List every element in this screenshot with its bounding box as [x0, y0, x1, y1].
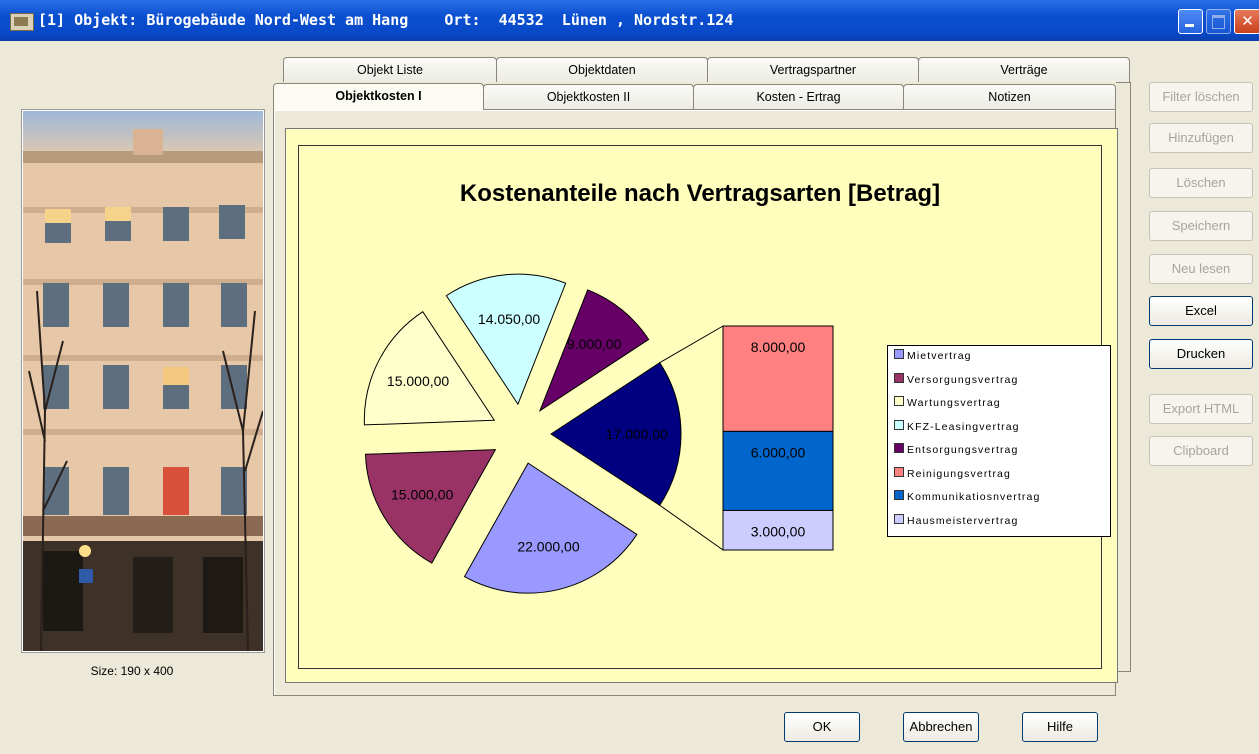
hilfe-button[interactable]: Hilfe — [1022, 712, 1098, 742]
legend-label: Versorgungsvertrag — [907, 373, 1019, 386]
pie-slice-versorgungsvertrag — [364, 449, 497, 564]
tab-objekt-liste[interactable]: Objekt Liste — [283, 57, 497, 82]
legend-swatch — [894, 466, 904, 477]
legend-label: Reinigungsvertrag — [907, 467, 1011, 480]
legend-label: Entsorgungsvertrag — [907, 444, 1019, 456]
legend-item: Kommunikatiosnvertrag — [894, 489, 1040, 505]
maximize-button[interactable] — [1206, 9, 1231, 34]
tab-objektkosten-2[interactable]: Objektkosten II — [483, 84, 694, 109]
legend-label: KFZ-Leasingvertrag — [907, 420, 1020, 433]
loeschen-button[interactable]: Löschen — [1149, 168, 1253, 198]
chart-legend: Mietvertrag Versorgungsvertrag Wartungsver… — [887, 345, 1111, 537]
abbrechen-button[interactable]: Abbrechen — [903, 712, 979, 742]
close-button[interactable]: ✕ — [1234, 9, 1259, 34]
title-bar: [1] Objekt: Bürogebäude Nord-West am Han… — [0, 0, 1259, 41]
tab-vertragspartner[interactable]: Vertragspartner — [707, 57, 919, 82]
filter-loeschen-button[interactable]: Filter löschen — [1149, 82, 1253, 112]
legend-label: Kommunikatiosnvertrag — [907, 491, 1041, 503]
clipboard-button[interactable]: Clipboard — [1149, 436, 1253, 466]
drucken-button[interactable]: Drucken — [1149, 339, 1253, 369]
pie-slice-label: 17.000,00 — [606, 426, 668, 442]
legend-swatch — [894, 419, 904, 430]
breakout-bar-kommunikatiosnvertrag — [722, 430, 834, 511]
image-size-label: Size: 190 x 400 — [90, 664, 174, 678]
app-icon — [10, 13, 34, 31]
legend-item: Versorgungsvertrag — [894, 372, 1018, 388]
tab-vertraege[interactable]: Verträge — [918, 57, 1130, 82]
legend-item: Wartungsvertrag — [894, 395, 1001, 411]
legend-swatch — [894, 372, 904, 383]
connector-line — [659, 504, 724, 551]
tab-notizen[interactable]: Notizen — [903, 84, 1116, 109]
excel-button[interactable]: Excel — [1149, 296, 1253, 326]
breakout-bar-label: 3.000,00 — [751, 523, 806, 539]
legend-item: KFZ-Leasingvertrag — [894, 419, 1020, 435]
legend-swatch — [894, 349, 904, 359]
breakout-bar-label: 6.000,00 — [751, 444, 806, 460]
legend-item: Hausmeistervertrag — [894, 513, 1018, 529]
export-html-button[interactable]: Export HTML — [1149, 394, 1253, 424]
ok-button[interactable]: OK — [784, 712, 860, 742]
minimize-button[interactable] — [1178, 9, 1203, 34]
legend-swatch — [894, 396, 904, 406]
window-title: [1] Objekt: Bürogebäude Nord-West am Han… — [38, 11, 734, 29]
legend-label: Hausmeistervertrag — [907, 514, 1019, 527]
pie-slice-label: 14.050,00 — [478, 311, 540, 327]
connector-line — [659, 325, 724, 364]
tab-objektkosten-1[interactable]: Objektkosten I — [273, 83, 484, 110]
pie-slice-label: 15.000,00 — [387, 373, 449, 389]
neu-lesen-button[interactable]: Neu lesen — [1149, 254, 1253, 284]
legend-item: Entsorgungsvertrag — [894, 442, 1018, 458]
legend-swatch — [894, 513, 904, 524]
tab-objektdaten[interactable]: Objektdaten — [496, 57, 708, 82]
legend-label: Mietvertrag — [907, 350, 972, 362]
pie-slice-mietvertrag — [463, 462, 638, 594]
pie-slice-label: 15.000,00 — [391, 486, 453, 502]
breakout-bar-label: 8.000,00 — [751, 339, 806, 355]
object-photo — [22, 110, 264, 652]
legend-swatch — [894, 490, 904, 500]
legend-item: Reinigungsvertrag — [894, 466, 1011, 482]
legend-label: Wartungsvertrag — [907, 397, 1001, 409]
legend-swatch — [894, 443, 904, 453]
pie-slice-label: 22.000,00 — [517, 538, 579, 554]
tab-kosten-ertrag[interactable]: Kosten - Ertrag — [693, 84, 904, 109]
pie-slice-label: 9.000,00 — [567, 336, 622, 352]
hinzufuegen-button[interactable]: Hinzufügen — [1149, 123, 1253, 153]
speichern-button[interactable]: Speichern — [1149, 211, 1253, 241]
legend-item: Mietvertrag — [894, 348, 972, 364]
